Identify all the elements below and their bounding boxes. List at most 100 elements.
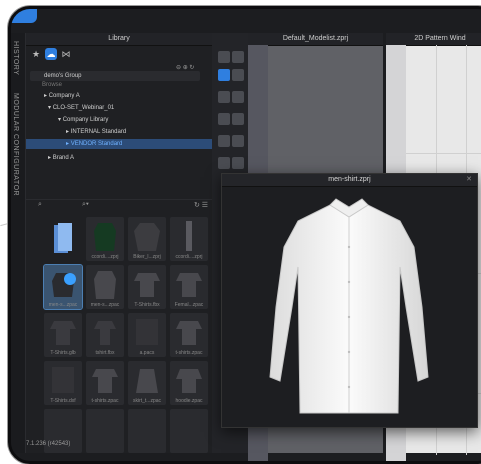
- tree-item-label: CLO-SET_Webinar_01: [52, 105, 115, 111]
- fold-tool-icon[interactable]: [232, 91, 244, 103]
- tree-item-company-a[interactable]: ▸ Company A: [44, 91, 80, 101]
- brush-tool-icon[interactable]: [232, 113, 244, 125]
- thumbnail-item[interactable]: ccordi....zprj: [86, 217, 124, 261]
- close-icon[interactable]: ✕: [466, 174, 472, 186]
- pin-tool-icon[interactable]: [232, 69, 244, 81]
- garment-preview-icon: [176, 273, 202, 297]
- thumbnail-item[interactable]: a.pacs: [128, 313, 166, 357]
- grid-line: [406, 153, 481, 154]
- thumbnail-caption: men-s...zpac: [48, 302, 78, 308]
- texture-tool-icon[interactable]: [218, 135, 230, 147]
- thumbnail-caption: t-shirts.zpac: [91, 398, 119, 404]
- garment-preview-icon: [94, 321, 116, 345]
- garment-preview-icon: [50, 321, 76, 345]
- preview-title-bar[interactable]: men-shirt.zprj ✕: [222, 174, 477, 187]
- thumbnail-item[interactable]: Femal...zpac: [170, 265, 208, 309]
- refresh-icon[interactable]: ↻ ☰: [194, 201, 208, 209]
- garment-preview-icon: [52, 273, 76, 297]
- file-preview-icon: [52, 367, 74, 393]
- library-tree: demo's Group Browse ▸ Company A ▾ CLO-SE…: [26, 71, 212, 181]
- thumbnail-item[interactable]: [86, 409, 124, 453]
- tree-item-label: Brand A: [52, 155, 75, 161]
- shirt-render: [269, 198, 429, 414]
- tree-item-brand-a[interactable]: ▸ Brand A: [48, 153, 74, 163]
- tree-browse: Browse: [42, 82, 63, 88]
- app-window: HISTORY MODULAR CONFIGURATOR Library ★ ☁…: [8, 6, 481, 464]
- thumbnail-caption: hoodie.zpac: [175, 398, 203, 404]
- transform-tool-icon[interactable]: [218, 69, 230, 81]
- thumbnail-item[interactable]: skirt_t...zpac: [128, 361, 166, 405]
- thumbnail-item[interactable]: t-shirts.zpac: [86, 361, 124, 405]
- thumbnail-item[interactable]: t-shirts.zpac: [170, 313, 208, 357]
- garment-preview-icon: [176, 369, 202, 393]
- thumbnail-caption: ccordi....zprj: [175, 254, 203, 260]
- zipper-tool-icon[interactable]: [218, 157, 230, 169]
- garment-preview-icon: [134, 273, 160, 297]
- cloud-library-icon[interactable]: ☁: [45, 48, 57, 60]
- tree-item-label: Company Library: [62, 117, 109, 123]
- select-tool-icon[interactable]: [218, 51, 230, 63]
- thumbnail-item[interactable]: Biker_l...zprj: [128, 217, 166, 261]
- thumbnail-caption: men-s...zpac: [90, 302, 120, 308]
- garment-preview-icon: [176, 321, 202, 345]
- tab-history[interactable]: HISTORY: [12, 41, 19, 75]
- app-badge: [11, 9, 37, 23]
- grid-toolbar: ⌕ ⌕▾ ↻ ☰: [26, 199, 212, 212]
- thumbnail-item-selected[interactable]: men-s...zpac: [43, 264, 83, 310]
- file-preview-icon: [136, 319, 158, 345]
- tree-actions-icon[interactable]: ⊖ ⊕ ↻: [176, 64, 194, 71]
- tree-item-label: VENDOR Standard: [70, 141, 123, 147]
- preview-title: men-shirt.zprj: [328, 176, 371, 183]
- thumbnail-caption: Biker_l...zprj: [133, 254, 161, 260]
- favorites-star-icon[interactable]: ★: [30, 48, 42, 60]
- garment-preview-icon: [136, 369, 158, 393]
- thumbnail-item[interactable]: men-s...zpac: [86, 265, 124, 309]
- collection-icon[interactable]: ⋈: [60, 48, 72, 60]
- thumbnail-item[interactable]: tshirt.fbx: [86, 313, 124, 357]
- button-tool-icon[interactable]: [232, 157, 244, 169]
- tree-item-label: Company A: [48, 93, 80, 99]
- avatar-preview-icon: [186, 221, 192, 251]
- garment-preview-icon: [134, 223, 160, 251]
- tab-modular-configurator[interactable]: MODULAR CONFIGURATOR: [12, 93, 19, 196]
- thumbnail-item[interactable]: ccordi....zprj: [170, 217, 208, 261]
- thumbnail-item[interactable]: T-Shirts.fbx: [128, 265, 166, 309]
- tree-item-company-library[interactable]: ▾ Company Library: [58, 115, 108, 125]
- folder-thumbnail[interactable]: [44, 217, 82, 261]
- thumbnail-item[interactable]: [170, 409, 208, 453]
- thumbnail-caption: skirt_t...zpac: [132, 398, 162, 404]
- thumbnail-caption: a.pacs: [139, 350, 155, 356]
- tape-tool-icon[interactable]: [218, 113, 230, 125]
- library-toolbar: ★ ☁ ⋈: [26, 46, 212, 62]
- thumbnail-item[interactable]: T-Shirts.glb: [44, 313, 82, 357]
- thumbnail-caption: Femal...zpac: [174, 302, 204, 308]
- side-tab-bar: HISTORY MODULAR CONFIGURATOR: [11, 33, 26, 453]
- folder-icon: [54, 223, 72, 253]
- thumbnail-caption: T-Shirts.dxf: [50, 398, 76, 404]
- thumbnail-caption: T-Shirts.fbx: [134, 302, 160, 308]
- move-tool-icon[interactable]: [232, 51, 244, 63]
- library-title: Library: [26, 33, 212, 46]
- thumbnail-item[interactable]: hoodie.zpac: [170, 361, 208, 405]
- tree-item-webinar[interactable]: ▾ CLO-SET_Webinar_01: [48, 103, 114, 113]
- thumbnail-caption: T-Shirts.glb: [50, 350, 76, 356]
- garment-preview-icon: [94, 223, 116, 251]
- garment-preview-icon: [92, 369, 118, 393]
- thumbnail-caption: t-shirts.zpac: [175, 350, 203, 356]
- thumbnail-caption: ccordi....zprj: [91, 254, 119, 260]
- preview-window[interactable]: men-shirt.zprj ✕: [221, 173, 478, 428]
- library-panel: Library ★ ☁ ⋈ ⊖ ⊕ ↻ demo's Group Browse …: [26, 33, 212, 453]
- measure-tool-icon[interactable]: [232, 135, 244, 147]
- modelist-title: Default_Modelist.zprj: [248, 33, 383, 46]
- thumbnail-caption: tshirt.fbx: [95, 350, 115, 356]
- thumbnail-item[interactable]: [128, 409, 166, 453]
- tree-item-internal-standard[interactable]: ▸ INTERNAL Standard: [66, 127, 126, 137]
- sewing-tool-icon[interactable]: [218, 91, 230, 103]
- filter-icon[interactable]: ⌕▾: [82, 201, 89, 209]
- tree-item-label: INTERNAL Standard: [70, 129, 127, 135]
- thumbnail-item[interactable]: T-Shirts.dxf: [44, 361, 82, 405]
- status-version: 7.1.236 (r42543): [26, 441, 71, 447]
- search-icon[interactable]: ⌕: [38, 201, 42, 209]
- tree-item-vendor-standard[interactable]: ▸ VENDOR Standard: [26, 139, 212, 149]
- garment-preview-icon: [94, 271, 116, 299]
